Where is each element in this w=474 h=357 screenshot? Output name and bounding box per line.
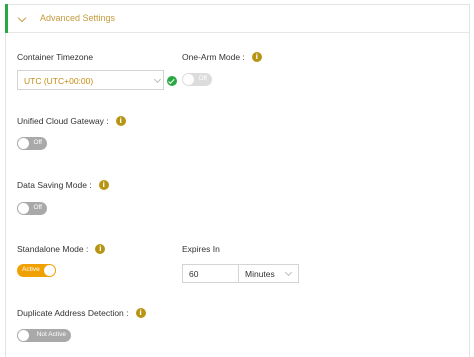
expires-in-input[interactable]: 60 [189,269,198,279]
info-icon[interactable]: i [115,116,126,126]
section-title: Advanced Settings [40,13,116,23]
unified-cloud-gateway-label-text: Unified Cloud Gateway : [17,116,109,126]
advanced-settings-header[interactable]: Advanced Settings [8,4,470,33]
standalone-mode-toggle[interactable]: Active [17,264,56,277]
expires-in-group: 60 Minutes [182,264,299,283]
standalone-mode-label: Standalone Mode : i [17,244,106,254]
toggle-knob [18,203,29,214]
info-icon[interactable]: i [251,52,262,62]
info-icon[interactable]: i [95,244,106,254]
info-icon[interactable]: i [98,180,109,190]
unified-cloud-gateway-label: Unified Cloud Gateway : i [17,116,126,126]
chevron-down-icon[interactable] [17,13,27,23]
one-arm-mode-toggle[interactable]: Off [182,73,212,86]
toggle-state-text: Active [22,266,40,273]
toggle-state-text: Not Active [36,331,66,338]
expires-unit-select[interactable]: Minutes [245,269,275,279]
info-icon[interactable]: i [135,308,146,318]
duplicate-address-detection-label-text: Duplicate Address Detection : [17,308,129,318]
toggle-state-text: Off [198,75,207,82]
chevron-down-icon[interactable] [153,75,162,84]
standalone-mode-label-text: Standalone Mode : [17,244,89,254]
check-circle-icon [167,76,177,86]
divider [238,265,239,282]
one-arm-mode-label: One-Arm Mode : i [182,52,262,62]
data-saving-mode-toggle[interactable]: Off [17,202,47,215]
data-saving-mode-label: Data Saving Mode : i [17,180,109,190]
toggle-knob [183,74,194,85]
toggle-state-text: Off [33,204,42,211]
data-saving-mode-label-text: Data Saving Mode : [17,180,92,190]
chevron-down-icon[interactable] [284,268,293,277]
timezone-select[interactable]: UTC (UTC+00:00) [17,70,177,90]
timezone-select-value: UTC (UTC+00:00) [24,76,94,86]
expires-in-label-text: Expires In [182,244,220,254]
toggle-knob [18,138,29,149]
toggle-state-text: Off [33,139,42,146]
toggle-knob [44,265,55,276]
container-timezone-label-text: Container Timezone [17,52,94,62]
expires-in-label: Expires In [182,244,220,254]
duplicate-address-detection-label: Duplicate Address Detection : i [17,308,146,318]
duplicate-address-detection-toggle[interactable]: Not Active [17,329,71,342]
toggle-knob [18,330,29,341]
unified-cloud-gateway-toggle[interactable]: Off [17,137,47,150]
container-timezone-label: Container Timezone [17,52,93,62]
one-arm-mode-label-text: One-Arm Mode : [182,52,245,62]
